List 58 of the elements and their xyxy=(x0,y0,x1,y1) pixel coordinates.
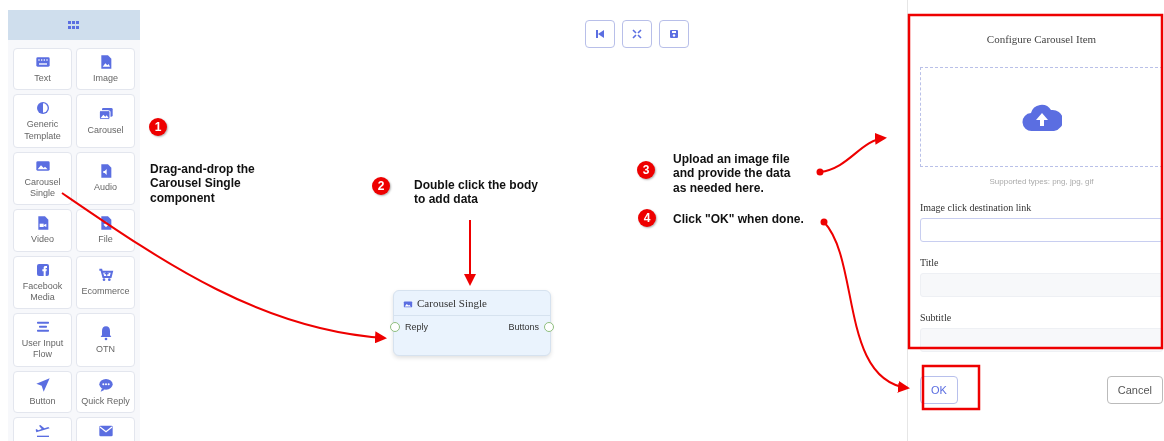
carousel-single-node[interactable]: Carousel Single Reply Buttons xyxy=(393,290,551,356)
chat-bubble-icon xyxy=(97,376,114,393)
ok-button[interactable]: OK xyxy=(920,376,958,404)
arrow xyxy=(816,133,887,176)
component-tile[interactable]: Button xyxy=(13,370,72,413)
highlight-frame xyxy=(921,364,981,411)
upload-area[interactable] xyxy=(920,67,1163,167)
field-label: Title xyxy=(920,257,940,268)
step-instruction: Click "OK" when done. xyxy=(673,212,804,227)
cart-icon xyxy=(97,267,114,284)
half-circle-icon xyxy=(34,100,51,117)
lines-icon xyxy=(34,319,51,335)
input-port[interactable] xyxy=(390,322,400,332)
port-label: Reply xyxy=(405,322,428,332)
step-instruction: Upload an image file and provide the data as needed here. xyxy=(673,152,791,196)
field-label: Image click destination link xyxy=(920,202,1033,213)
component-tile[interactable]: Image xyxy=(76,48,135,91)
fit-view-button[interactable] xyxy=(622,20,652,48)
cancel-button[interactable]: Cancel xyxy=(1106,376,1163,404)
cloud-upload-icon xyxy=(1021,102,1062,132)
dialog-title: Configure Carousel Item xyxy=(985,33,1098,45)
component-tile[interactable]: Audio xyxy=(76,151,135,206)
step-number: 2 xyxy=(372,177,390,195)
save-button[interactable] xyxy=(659,20,689,48)
images-icon xyxy=(97,105,114,122)
component-tile[interactable]: Generic Template xyxy=(13,94,72,148)
save-icon xyxy=(669,29,679,39)
arrow xyxy=(464,219,476,286)
step-instruction: Drag-and-drop the Carousel Single component xyxy=(150,162,255,206)
picture-icon xyxy=(403,298,413,308)
text-field[interactable] xyxy=(920,218,1163,242)
step-number: 3 xyxy=(637,161,655,179)
keyboard-icon xyxy=(34,54,51,70)
component-tile[interactable]: Facebook Media xyxy=(13,255,72,309)
first-step-button[interactable] xyxy=(585,20,615,48)
component-tile[interactable]: Carousel xyxy=(76,94,135,148)
upload-hint: Supported types: png, jpg, gif xyxy=(988,177,1095,186)
component-tile[interactable]: Video xyxy=(13,209,72,252)
step-number: 4 xyxy=(638,209,656,227)
step-instruction: Double click the body to add data xyxy=(414,178,539,207)
skip-back-icon xyxy=(595,29,605,39)
airplane-icon xyxy=(34,422,51,439)
component-tile[interactable]: Quick Reply xyxy=(76,370,135,413)
component-tile[interactable]: OTN xyxy=(76,313,135,367)
compress-icon xyxy=(632,29,642,39)
component-tile[interactable]: User Input Flow xyxy=(13,313,72,367)
field-label: Subtitle xyxy=(920,312,953,323)
facebook-icon xyxy=(34,261,51,278)
component-tile[interactable]: Carousel Single xyxy=(13,151,72,206)
node-title: Carousel Single xyxy=(417,297,487,309)
component-tile[interactable]: File xyxy=(76,209,135,252)
paper-plane-icon xyxy=(34,376,51,393)
step-number: 1 xyxy=(149,118,167,136)
component-tile[interactable]: Text xyxy=(13,48,72,91)
grid-icon[interactable] xyxy=(68,21,80,29)
component-tile[interactable]: Ecommerce xyxy=(76,255,135,309)
port-label: Buttons xyxy=(508,322,539,332)
output-port[interactable] xyxy=(544,322,554,332)
